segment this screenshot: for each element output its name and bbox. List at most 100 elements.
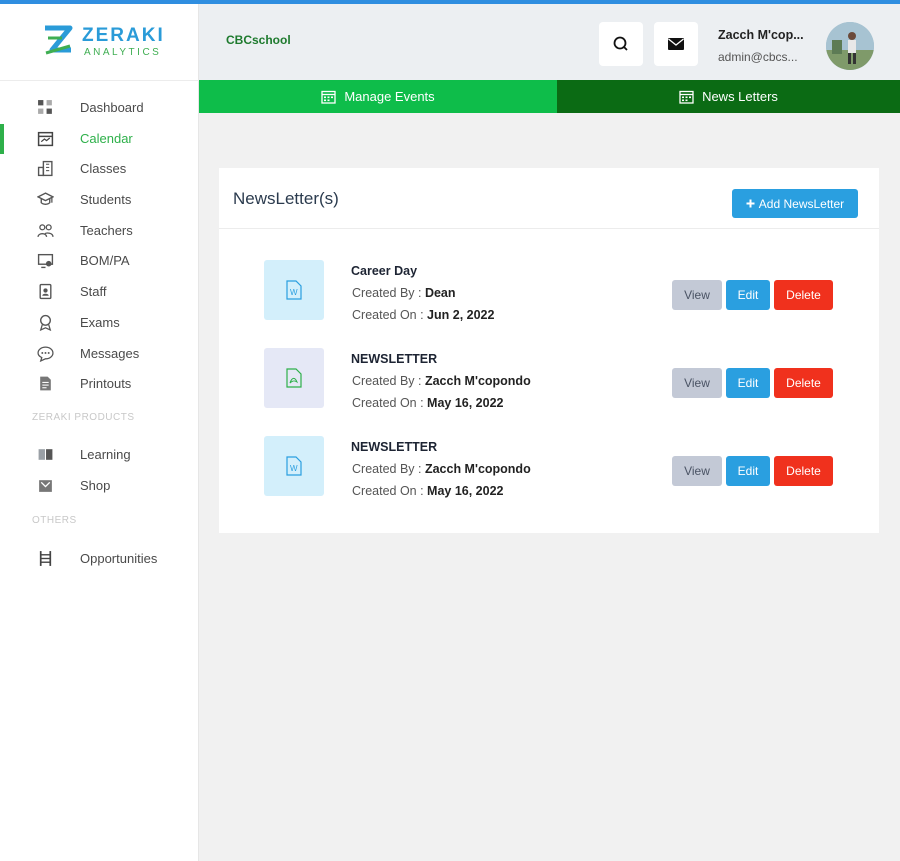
created-on: Created On : May 16, 2022	[352, 484, 504, 498]
mail-button[interactable]	[654, 22, 698, 66]
sidebar-item-dashboard[interactable]: Dashboard	[0, 92, 199, 123]
sidebar-item-calendar[interactable]: Calendar	[0, 123, 199, 154]
newsletter-panel: NewsLetter(s) Add NewsLetter W Career Da…	[219, 168, 879, 533]
file-thumbnail[interactable]: W	[264, 436, 324, 496]
list-item: W Career Day Created By : Dean Created O…	[219, 257, 879, 337]
tab-label: News Letters	[702, 89, 778, 104]
sidebar-item-printouts[interactable]: Printouts	[0, 368, 199, 399]
edit-button[interactable]: Edit	[726, 280, 770, 310]
created-by: Created By : Zacch M'copondo	[352, 374, 531, 388]
avatar[interactable]	[826, 22, 874, 70]
calendar-grid-icon	[679, 90, 694, 104]
created-by: Created By : Zacch M'copondo	[352, 462, 531, 476]
sidebar-item-label: Shop	[80, 477, 111, 493]
sidebar-item-label: Students	[80, 192, 132, 208]
newsletter-title: Career Day	[351, 264, 418, 278]
created-on: Created On : Jun 2, 2022	[352, 308, 495, 322]
sidebar-item-staff[interactable]: Staff	[0, 276, 199, 307]
file-thumbnail[interactable]: W	[264, 260, 324, 320]
delete-button[interactable]: Delete	[774, 456, 833, 486]
add-newsletter-label: Add NewsLetter	[758, 196, 845, 211]
products-nav: Learning Shop	[0, 439, 199, 500]
monitor-user-icon	[37, 254, 54, 269]
chat-icon	[37, 345, 54, 362]
newsletter-title: NEWSLETTER	[351, 352, 438, 366]
search-button[interactable]	[599, 22, 643, 66]
ladder-icon	[39, 551, 52, 566]
graduation-cap-icon	[37, 192, 54, 206]
file-thumbnail[interactable]	[264, 348, 324, 408]
sidebar-item-classes[interactable]: Classes	[0, 153, 199, 184]
sidebar-item-label: Dashboard	[80, 100, 144, 115]
sidebar-item-messages[interactable]: Messages	[0, 338, 199, 369]
divider	[219, 228, 879, 229]
event-tabs: Manage Events News Letters	[199, 80, 900, 113]
section-heading-products: ZERAKI PRODUCTS	[32, 412, 135, 423]
word-file-icon: W	[286, 456, 302, 476]
brand-subtitle: ANALYTICS	[84, 47, 162, 58]
sidebar-item-opportunities[interactable]: Opportunities	[0, 543, 199, 574]
user-name[interactable]: Zacch M'cop...	[718, 28, 804, 42]
tab-manage-events[interactable]: Manage Events	[199, 80, 557, 113]
sidebar-item-learning[interactable]: Learning	[0, 439, 199, 470]
view-button[interactable]: View	[672, 368, 722, 398]
sidebar-item-label: Opportunities	[80, 551, 158, 566]
sidebar-item-label: BOM/PA	[80, 253, 130, 269]
sidebar-item-students[interactable]: Students	[0, 184, 199, 215]
calendar-icon	[37, 131, 54, 146]
user-email: admin@cbcs...	[718, 50, 798, 64]
delete-button[interactable]: Delete	[774, 368, 833, 398]
list-item: W NEWSLETTER Created By : Zacch M'copond…	[219, 433, 879, 513]
shop-icon	[39, 479, 52, 492]
sidebar-item-label: Messages	[80, 345, 140, 361]
brand-name: ZERAKI	[82, 25, 165, 46]
sidebar-item-teachers[interactable]: Teachers	[0, 215, 199, 246]
book-icon	[38, 449, 53, 460]
document-icon	[40, 376, 51, 391]
panel-title: NewsLetter(s)	[233, 189, 339, 208]
tab-label: Manage Events	[344, 89, 435, 104]
calendar-grid-icon	[321, 90, 336, 104]
view-button[interactable]: View	[672, 280, 722, 310]
sidebar-item-label: Printouts	[80, 376, 132, 392]
plus-icon	[746, 199, 755, 208]
sidebar-item-label: Learning	[80, 447, 131, 462]
dashboard-icon	[38, 100, 52, 114]
top-header: CBCschool Zacch M'cop... admin@cbcs...	[199, 4, 900, 80]
sidebar-item-label: Classes	[80, 161, 127, 177]
divider	[0, 80, 199, 81]
id-badge-icon	[39, 284, 52, 300]
newsletter-title: NEWSLETTER	[351, 440, 438, 454]
sidebar-nav: Dashboard Calendar Classes Students Teac…	[0, 92, 199, 399]
edit-button[interactable]: Edit	[726, 456, 770, 486]
sidebar-item-bompa[interactable]: BOM/PA	[0, 245, 199, 276]
sidebar-item-label: Teachers	[80, 222, 133, 238]
svg-text:W: W	[290, 464, 298, 473]
created-by: Created By : Dean	[352, 286, 456, 300]
pdf-file-icon	[286, 368, 302, 388]
delete-button[interactable]: Delete	[774, 280, 833, 310]
sidebar-item-label: Staff	[80, 284, 107, 300]
add-newsletter-button[interactable]: Add NewsLetter	[732, 189, 858, 218]
people-icon	[37, 223, 54, 237]
word-file-icon: W	[286, 280, 302, 300]
svg-text:W: W	[290, 288, 298, 297]
award-icon	[39, 314, 52, 331]
mail-icon	[668, 38, 684, 50]
brand-logo[interactable]: ZERAKI ANALYTICS	[42, 24, 172, 64]
sidebar-item-label: Exams	[80, 314, 120, 330]
edit-button[interactable]: Edit	[726, 368, 770, 398]
sidebar-item-label: Calendar	[80, 130, 133, 146]
sidebar-item-exams[interactable]: Exams	[0, 307, 199, 338]
zeraki-logo-icon	[45, 25, 73, 55]
tab-news-letters[interactable]: News Letters	[557, 80, 900, 113]
section-heading-others: OTHERS	[32, 515, 77, 526]
search-icon	[613, 36, 628, 51]
sidebar-item-shop[interactable]: Shop	[0, 470, 199, 501]
sidebar: ZERAKI ANALYTICS Dashboard Calendar Clas…	[0, 4, 199, 861]
avatar-photo	[826, 22, 874, 70]
view-button[interactable]: View	[672, 456, 722, 486]
created-on: Created On : May 16, 2022	[352, 396, 504, 410]
school-name: CBCschool	[226, 33, 291, 47]
list-item: NEWSLETTER Created By : Zacch M'copondo …	[219, 345, 879, 425]
